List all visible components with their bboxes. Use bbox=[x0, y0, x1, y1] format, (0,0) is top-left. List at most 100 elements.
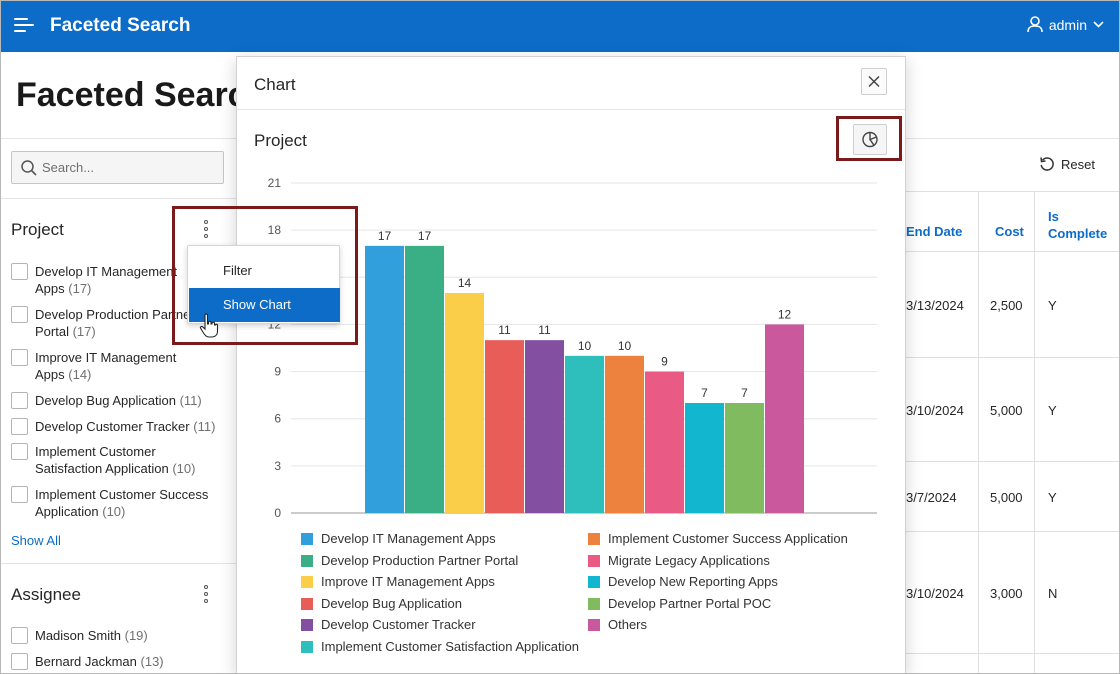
facet-count: (19) bbox=[124, 628, 148, 643]
reset-label: Reset bbox=[1061, 156, 1095, 172]
checkbox[interactable] bbox=[11, 418, 28, 435]
facet-title-assignee: Assignee bbox=[11, 585, 81, 604]
table-border bbox=[906, 461, 1120, 462]
table-border bbox=[978, 191, 979, 674]
chart-dialog: Chart Project 03691215182117171411111010… bbox=[236, 56, 906, 674]
legend-swatch bbox=[301, 641, 313, 653]
user-name: admin bbox=[1048, 16, 1087, 33]
close-button[interactable] bbox=[861, 68, 887, 95]
checkbox[interactable] bbox=[11, 392, 28, 409]
top-navigation-bar: Faceted Search admin bbox=[0, 0, 1120, 52]
table-border bbox=[906, 191, 1120, 192]
bar bbox=[525, 340, 564, 513]
facet-count: (11) bbox=[179, 393, 202, 408]
checkbox[interactable] bbox=[11, 263, 28, 280]
app-title[interactable]: Faceted Search bbox=[50, 15, 190, 37]
table-border bbox=[906, 531, 1120, 532]
legend-label: Develop Customer Tracker bbox=[321, 617, 476, 633]
facet-count: (10) bbox=[172, 461, 196, 476]
bar bbox=[605, 355, 644, 513]
divider bbox=[0, 198, 236, 199]
y-tick-label: 21 bbox=[268, 176, 282, 190]
data-label: 7 bbox=[741, 386, 748, 400]
y-tick-label: 0 bbox=[274, 506, 281, 520]
legend-label: Improve IT Management Apps bbox=[321, 574, 495, 590]
pie-chart-toggle-button[interactable] bbox=[853, 124, 887, 155]
user-menu-button[interactable]: admin bbox=[1027, 16, 1104, 33]
table-border bbox=[1034, 191, 1035, 674]
search-input[interactable] bbox=[40, 159, 218, 176]
menu-toggle-icon[interactable] bbox=[14, 16, 34, 34]
legend-label: Others bbox=[608, 617, 648, 633]
legend-swatch bbox=[588, 597, 600, 610]
project-facet-actions-icon[interactable] bbox=[198, 218, 214, 240]
y-tick-label: 9 bbox=[274, 365, 281, 379]
legend-swatch bbox=[588, 619, 600, 632]
column-header-cost[interactable]: Cost bbox=[995, 224, 1024, 239]
bar bbox=[445, 293, 484, 513]
data-label: 11 bbox=[538, 323, 551, 337]
assignee-facet-actions-icon[interactable] bbox=[198, 583, 214, 605]
facet-count: (11) bbox=[193, 419, 216, 434]
table-border bbox=[906, 357, 1120, 358]
checkbox[interactable] bbox=[11, 627, 28, 644]
divider bbox=[0, 563, 236, 564]
legend-swatch bbox=[301, 576, 313, 589]
y-tick-label: 18 bbox=[268, 223, 282, 237]
bar bbox=[365, 245, 404, 513]
chart-title: Project bbox=[254, 131, 307, 150]
dialog-title: Chart bbox=[254, 75, 296, 94]
checkbox[interactable] bbox=[11, 653, 28, 670]
column-header-end-date[interactable]: End Date bbox=[906, 224, 962, 239]
data-label: 17 bbox=[418, 229, 432, 243]
data-label: 10 bbox=[578, 339, 592, 353]
checkbox[interactable] bbox=[11, 443, 28, 460]
divider bbox=[237, 109, 905, 110]
legend-swatch bbox=[588, 554, 600, 567]
bar bbox=[725, 403, 764, 513]
menu-item-filter[interactable]: Filter bbox=[189, 254, 340, 288]
table-border bbox=[906, 653, 1120, 654]
y-tick-label: 6 bbox=[274, 412, 281, 426]
legend-swatch bbox=[301, 554, 313, 567]
checkbox[interactable] bbox=[11, 349, 28, 366]
bar bbox=[765, 324, 804, 513]
facet-count: (13) bbox=[140, 654, 164, 669]
facet-count: (10) bbox=[102, 504, 126, 519]
bar bbox=[645, 371, 684, 513]
bar bbox=[565, 355, 604, 513]
data-label: 11 bbox=[498, 323, 511, 337]
legend-label: Develop Partner Portal POC bbox=[608, 595, 772, 611]
checkbox[interactable] bbox=[11, 486, 28, 503]
data-label: 7 bbox=[701, 386, 708, 400]
facet-count: (17) bbox=[68, 281, 92, 296]
legend-label: Implement Customer Success Application bbox=[608, 531, 848, 546]
show-all-link[interactable]: Show All bbox=[11, 533, 61, 548]
bar bbox=[685, 403, 724, 513]
legend-swatch bbox=[588, 533, 600, 545]
legend-label: Develop Bug Application bbox=[321, 595, 462, 611]
column-header-is-complete[interactable]: Is Complete bbox=[1048, 208, 1107, 242]
facet-search-box[interactable] bbox=[11, 151, 224, 184]
legend-swatch bbox=[588, 576, 600, 589]
bar bbox=[485, 340, 524, 513]
legend-label: Migrate Legacy Applications bbox=[608, 552, 770, 568]
legend-label: Develop Production Partner Portal bbox=[321, 552, 519, 568]
user-icon bbox=[1027, 16, 1043, 33]
close-icon bbox=[868, 75, 880, 88]
bar-chart: 0369121518211717141111101097712 bbox=[268, 176, 877, 520]
data-label: 17 bbox=[378, 229, 392, 243]
legend-swatch bbox=[301, 533, 313, 545]
reset-button[interactable]: Reset bbox=[1039, 156, 1095, 172]
legend-label: Develop IT Management Apps bbox=[321, 531, 496, 546]
y-tick-label: 3 bbox=[274, 459, 281, 473]
data-label: 10 bbox=[618, 339, 632, 353]
checkbox[interactable] bbox=[11, 306, 28, 323]
mouse-cursor-icon bbox=[199, 313, 219, 338]
legend-swatch bbox=[301, 597, 313, 610]
data-label: 12 bbox=[778, 307, 792, 321]
reset-icon bbox=[1040, 157, 1054, 171]
legend-swatch bbox=[301, 619, 313, 632]
facet-title-project: Project bbox=[11, 220, 64, 239]
pie-chart-icon bbox=[862, 131, 878, 148]
